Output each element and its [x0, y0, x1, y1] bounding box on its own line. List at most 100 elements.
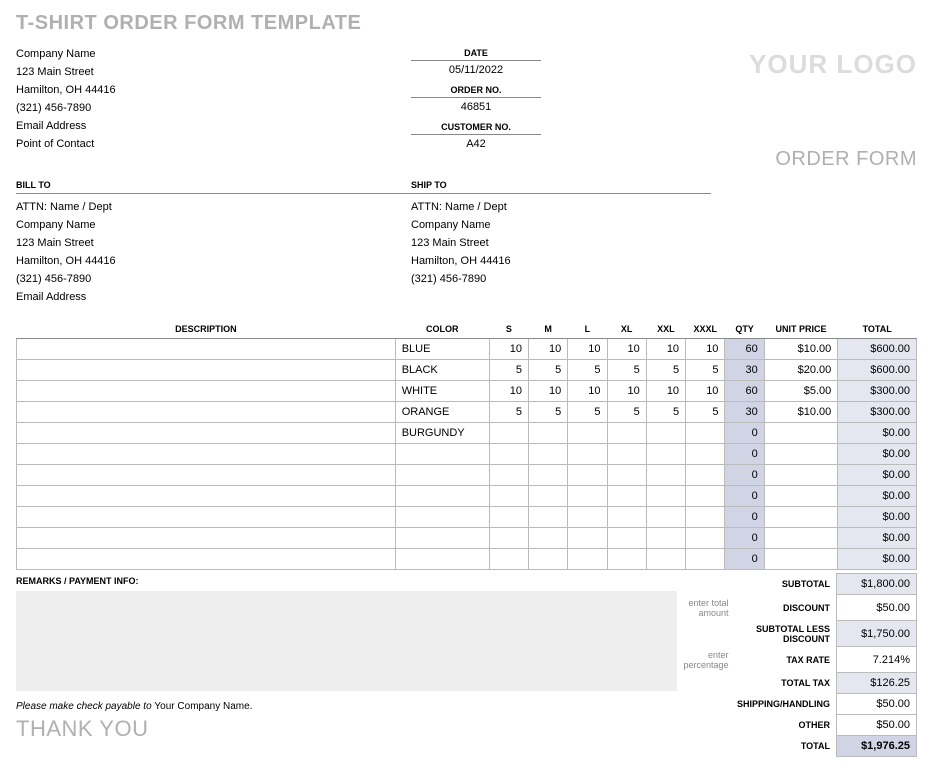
- cell-s[interactable]: [489, 465, 528, 486]
- shipping-value[interactable]: $50.00: [837, 694, 917, 715]
- cell-xxl[interactable]: [646, 507, 685, 528]
- cell-m[interactable]: [529, 486, 568, 507]
- cell-s[interactable]: [489, 423, 528, 444]
- cell-unitprice[interactable]: [764, 465, 838, 486]
- cell-color[interactable]: BURGUNDY: [395, 423, 489, 444]
- other-value[interactable]: $50.00: [837, 715, 917, 736]
- cell-unitprice[interactable]: [764, 444, 838, 465]
- cell-color[interactable]: [395, 465, 489, 486]
- cell-description[interactable]: [17, 339, 396, 360]
- cell-s[interactable]: 10: [489, 339, 528, 360]
- cell-xxxl[interactable]: [686, 465, 725, 486]
- cell-color[interactable]: [395, 507, 489, 528]
- cell-unitprice[interactable]: [764, 549, 838, 570]
- cell-color[interactable]: [395, 444, 489, 465]
- cell-m[interactable]: 5: [529, 402, 568, 423]
- cell-l[interactable]: [568, 423, 607, 444]
- cell-xl[interactable]: [607, 444, 646, 465]
- cell-xxl[interactable]: [646, 444, 685, 465]
- cell-l[interactable]: [568, 465, 607, 486]
- remarks-box[interactable]: [16, 591, 677, 691]
- cell-xxl[interactable]: 10: [646, 339, 685, 360]
- cell-xxxl[interactable]: 5: [686, 360, 725, 381]
- cell-xxl[interactable]: [646, 528, 685, 549]
- cell-xl[interactable]: [607, 465, 646, 486]
- cell-l[interactable]: [568, 528, 607, 549]
- discount-value[interactable]: $50.00: [837, 595, 917, 621]
- cell-description[interactable]: [17, 465, 396, 486]
- cell-color[interactable]: [395, 528, 489, 549]
- cell-xxxl[interactable]: 10: [686, 381, 725, 402]
- cell-xxxl[interactable]: [686, 549, 725, 570]
- cell-description[interactable]: [17, 528, 396, 549]
- cell-xxxl[interactable]: 5: [686, 402, 725, 423]
- cell-m[interactable]: 5: [529, 360, 568, 381]
- cell-color[interactable]: BLUE: [395, 339, 489, 360]
- cell-xxl[interactable]: [646, 465, 685, 486]
- cell-unitprice[interactable]: $10.00: [764, 402, 838, 423]
- cell-description[interactable]: [17, 507, 396, 528]
- cell-xl[interactable]: 5: [607, 402, 646, 423]
- cell-color[interactable]: ORANGE: [395, 402, 489, 423]
- cell-l[interactable]: 5: [568, 402, 607, 423]
- cell-description[interactable]: [17, 423, 396, 444]
- cell-m[interactable]: 10: [529, 339, 568, 360]
- cell-description[interactable]: [17, 549, 396, 570]
- cell-l[interactable]: 10: [568, 381, 607, 402]
- cell-xxxl[interactable]: [686, 423, 725, 444]
- cell-l[interactable]: [568, 486, 607, 507]
- cell-xxl[interactable]: [646, 549, 685, 570]
- cell-xl[interactable]: [607, 486, 646, 507]
- cell-xl[interactable]: [607, 423, 646, 444]
- cell-xxxl[interactable]: [686, 444, 725, 465]
- cell-xxl[interactable]: [646, 423, 685, 444]
- cell-xxxl[interactable]: [686, 507, 725, 528]
- cell-xxl[interactable]: 10: [646, 381, 685, 402]
- cell-s[interactable]: 10: [489, 381, 528, 402]
- cell-unitprice[interactable]: $5.00: [764, 381, 838, 402]
- cell-s[interactable]: [489, 549, 528, 570]
- cell-xxxl[interactable]: [686, 528, 725, 549]
- cell-s[interactable]: [489, 486, 528, 507]
- cell-description[interactable]: [17, 486, 396, 507]
- cell-m[interactable]: [529, 549, 568, 570]
- cell-m[interactable]: 10: [529, 381, 568, 402]
- cell-s[interactable]: 5: [489, 402, 528, 423]
- cell-m[interactable]: [529, 528, 568, 549]
- cell-xxl[interactable]: [646, 486, 685, 507]
- cell-description[interactable]: [17, 444, 396, 465]
- cell-description[interactable]: [17, 381, 396, 402]
- cell-s[interactable]: [489, 507, 528, 528]
- cell-unitprice[interactable]: [764, 528, 838, 549]
- cell-xxl[interactable]: 5: [646, 402, 685, 423]
- cell-xl[interactable]: [607, 549, 646, 570]
- cell-unitprice[interactable]: $20.00: [764, 360, 838, 381]
- cell-color[interactable]: [395, 549, 489, 570]
- cell-unitprice[interactable]: [764, 486, 838, 507]
- cell-s[interactable]: [489, 528, 528, 549]
- cell-unitprice[interactable]: $10.00: [764, 339, 838, 360]
- cell-m[interactable]: [529, 423, 568, 444]
- cell-description[interactable]: [17, 402, 396, 423]
- cell-s[interactable]: [489, 444, 528, 465]
- cell-l[interactable]: [568, 507, 607, 528]
- cell-l[interactable]: 10: [568, 339, 607, 360]
- cell-color[interactable]: BLACK: [395, 360, 489, 381]
- cell-xxxl[interactable]: [686, 486, 725, 507]
- cell-l[interactable]: [568, 444, 607, 465]
- cell-xl[interactable]: [607, 507, 646, 528]
- cell-l[interactable]: 5: [568, 360, 607, 381]
- cell-xl[interactable]: 10: [607, 339, 646, 360]
- taxrate-value[interactable]: 7.214%: [837, 647, 917, 673]
- cell-xl[interactable]: [607, 528, 646, 549]
- cell-unitprice[interactable]: [764, 507, 838, 528]
- cell-l[interactable]: [568, 549, 607, 570]
- cell-m[interactable]: [529, 444, 568, 465]
- cell-xl[interactable]: 5: [607, 360, 646, 381]
- cell-color[interactable]: [395, 486, 489, 507]
- cell-xxl[interactable]: 5: [646, 360, 685, 381]
- cell-m[interactable]: [529, 507, 568, 528]
- cell-xl[interactable]: 10: [607, 381, 646, 402]
- cell-m[interactable]: [529, 465, 568, 486]
- cell-color[interactable]: WHITE: [395, 381, 489, 402]
